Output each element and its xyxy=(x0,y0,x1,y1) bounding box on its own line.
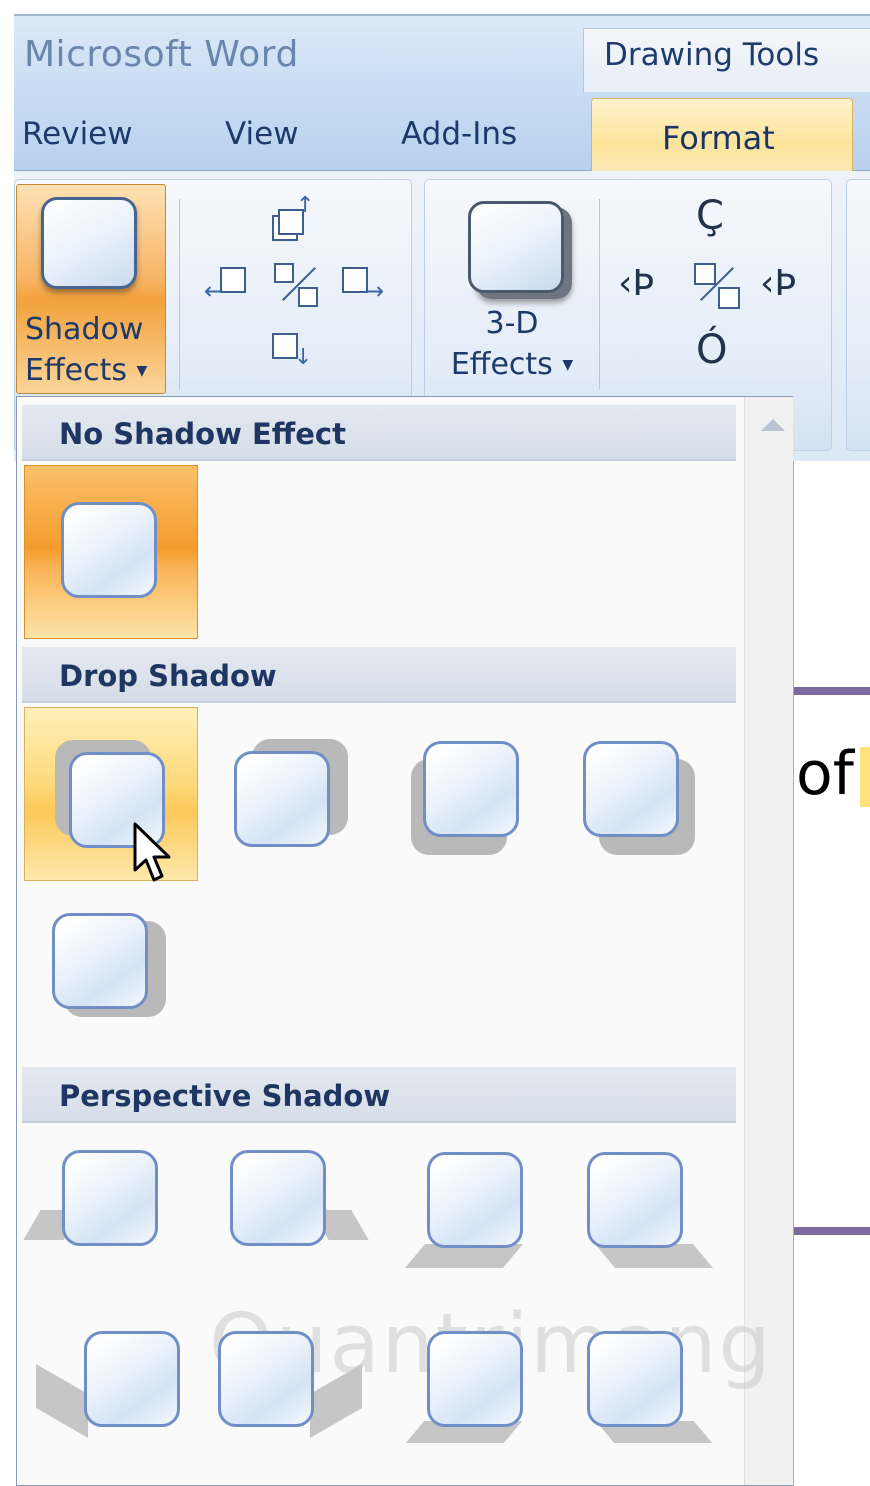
section-title: Drop Shadow xyxy=(59,659,277,693)
perspective-shadow-option-7[interactable] xyxy=(387,1309,561,1483)
document-area[interactable]: of xyxy=(793,461,870,1486)
app-title: Microsoft Word xyxy=(24,34,299,75)
tab-format[interactable]: Format xyxy=(591,98,853,173)
drop-shadow-option-2[interactable] xyxy=(210,707,384,881)
context-tab-label: Drawing Tools xyxy=(604,37,820,73)
perspective-shadow-option-4[interactable] xyxy=(565,1132,739,1306)
shadow-effects-button[interactable]: Shadow Effects ▼ xyxy=(16,184,166,394)
perspective-shadow-option-2[interactable] xyxy=(210,1132,384,1306)
group-next xyxy=(846,179,870,451)
shape-preview-icon xyxy=(234,751,330,847)
document-text: of xyxy=(796,739,854,809)
shape-preview-icon xyxy=(61,502,157,598)
shape-preview-icon xyxy=(427,1152,523,1248)
scroll-up-icon[interactable] xyxy=(761,419,785,431)
nudge-shadow-right-icon[interactable]: → xyxy=(338,263,390,309)
tilt-up-icon[interactable]: Ç xyxy=(690,193,736,247)
3d-on-off-icon[interactable] xyxy=(690,259,740,313)
tab-review[interactable]: Review xyxy=(22,116,133,152)
perspective-shadow-option-5[interactable] xyxy=(24,1309,198,1483)
shape-preview-icon xyxy=(423,741,519,837)
shadow-effects-gallery: No Shadow Effect Drop Shadow Quantrimang… xyxy=(16,396,793,1486)
context-tab-drawing-tools: Drawing Tools xyxy=(583,28,870,93)
section-title: No Shadow Effect xyxy=(59,417,346,451)
separator xyxy=(599,199,600,389)
drop-shadow-option-4[interactable] xyxy=(565,707,739,881)
3d-effects-label-line2: Effects xyxy=(450,347,553,382)
shape-preview-icon xyxy=(84,1331,180,1427)
no-shadow-option[interactable] xyxy=(24,465,198,639)
perspective-shadow-option-8[interactable] xyxy=(565,1309,739,1483)
dropdown-arrow-icon: ▼ xyxy=(562,357,574,373)
section-perspective-shadow: Perspective Shadow xyxy=(22,1067,736,1123)
tilt-right-icon[interactable]: ‹Þ xyxy=(760,263,814,313)
section-drop-shadow: Drop Shadow xyxy=(22,647,736,703)
perspective-shadow-option-1[interactable] xyxy=(23,1132,198,1306)
tilt-down-icon[interactable]: Ó xyxy=(690,327,736,381)
shape-preview-icon xyxy=(583,741,679,837)
shadow-on-off-icon[interactable] xyxy=(272,261,322,311)
perspective-shadow-option-3[interactable] xyxy=(387,1132,561,1306)
dropdown-arrow-icon: ▼ xyxy=(136,363,148,379)
document-rule xyxy=(794,687,870,695)
shadow-effects-label-line1: Shadow xyxy=(25,312,144,347)
drop-shadow-option-5[interactable] xyxy=(24,881,198,1055)
tab-format-label: Format xyxy=(662,119,775,157)
mouse-cursor-icon xyxy=(133,822,171,882)
shape-preview-icon xyxy=(230,1150,326,1246)
shadow-effects-label-line2: Effects xyxy=(25,353,127,388)
3d-cube-icon xyxy=(468,201,564,293)
perspective-shadow-option-6[interactable] xyxy=(210,1309,384,1483)
shape-preview-icon xyxy=(587,1152,683,1248)
3d-effects-button[interactable]: 3-D Effects ▼ xyxy=(434,191,584,391)
section-title: Perspective Shadow xyxy=(59,1079,391,1113)
shape-preview-icon xyxy=(62,1150,158,1246)
highlight-mark xyxy=(860,747,870,807)
tilt-left-icon[interactable]: ‹Þ xyxy=(618,263,668,313)
3d-effects-label-line1: 3-D xyxy=(485,306,539,341)
drop-shadow-option-3[interactable] xyxy=(387,707,561,881)
nudge-shadow-down-icon[interactable]: ↓ xyxy=(270,331,312,381)
nudge-shadow-up-icon[interactable]: ↑ xyxy=(270,193,314,245)
document-rule xyxy=(794,1227,870,1235)
shape-preview-icon xyxy=(427,1331,523,1427)
separator xyxy=(179,199,180,389)
tab-view[interactable]: View xyxy=(225,116,299,152)
shape-preview-icon xyxy=(52,913,148,1009)
shape-preview-icon xyxy=(587,1331,683,1427)
section-no-shadow: No Shadow Effect xyxy=(22,405,736,461)
shadow-shape-icon xyxy=(41,197,137,289)
nudge-shadow-left-icon[interactable]: ← xyxy=(204,263,254,309)
shape-preview-icon xyxy=(218,1331,314,1427)
tab-add-ins[interactable]: Add-Ins xyxy=(401,116,517,152)
